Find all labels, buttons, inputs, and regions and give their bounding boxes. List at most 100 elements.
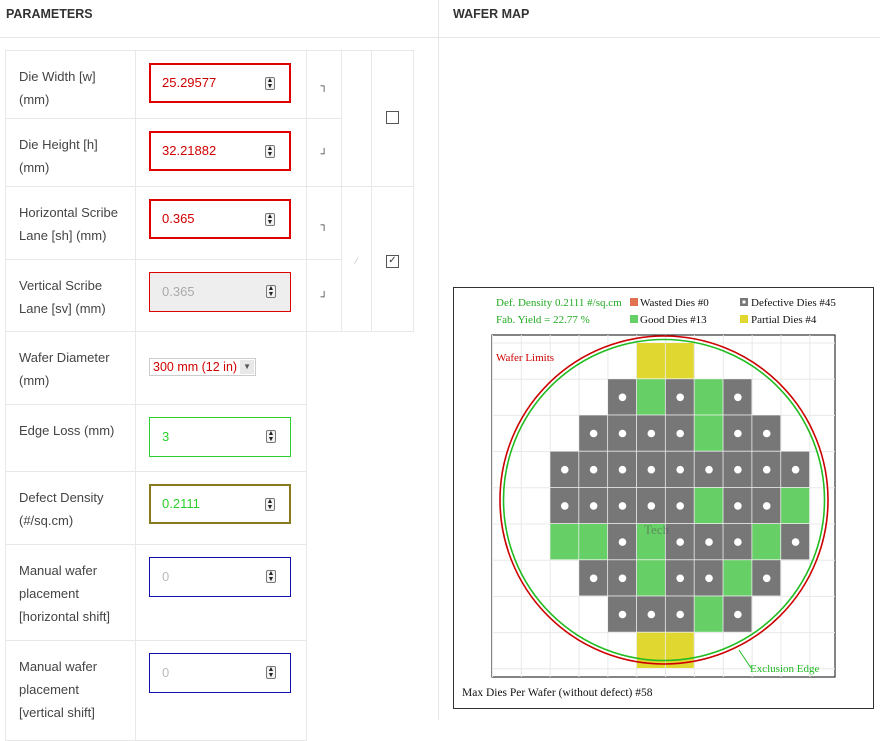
defect-dot [762,429,771,438]
manual-h-input[interactable]: 0 ▲ ▼ [149,557,291,597]
defective-dies-label: Defective Dies #45 [751,297,836,309]
defect-dot [589,502,598,510]
defect-dot [618,610,627,619]
bracket-bottom-icon: ┘ [320,149,328,160]
wasted-dies-swatch [630,298,638,306]
h-scribe-spinner[interactable]: ▲ ▼ [265,213,275,226]
def-density-text: Def. Density 0.2111 #/sq.cm [496,297,622,309]
manual-h-placeholder: 0 [162,569,170,584]
edge-loss-value: 3 [162,429,170,444]
defect-density-value: 0.2111 [162,496,200,511]
defect-dot [618,538,627,546]
wafer-limits-label: Wafer Limits [496,352,554,364]
manual-h-spinner[interactable]: ▲ ▼ [266,570,276,583]
partial-die [665,343,694,379]
defect-dot [762,502,771,510]
defect-dot [647,610,656,619]
exclusion-edge-label: Exclusion Edge [750,663,819,675]
defect-density-spinner[interactable]: ▲ ▼ [265,498,275,511]
defect-dot [589,465,598,474]
link-icon: ⁄ [355,255,358,266]
partial-dies-label: Partial Dies #4 [751,314,817,326]
defect-density-input[interactable]: 0.2111 ▲ ▼ [149,484,291,524]
defect-dot [589,574,598,583]
defect-dot [705,538,713,546]
partial-die [636,343,665,379]
manual-v-label: Manual wafer placement [vertical shift] [5,640,136,741]
good-die [694,415,723,451]
scribe-lock-checkbox[interactable]: ✓ [386,254,399,268]
edge-loss-spinner[interactable]: ▲ ▼ [266,430,276,443]
defect-dot [676,393,684,402]
die-width-input[interactable]: 25.29577 ▲ ▼ [149,63,291,103]
manual-v-input[interactable]: 0 ▲ ▼ [149,653,291,693]
edge-loss-label: Edge Loss (mm) [5,404,136,472]
chevron-down-icon: ▼ [240,360,255,374]
defect-dot [676,574,684,583]
defect-density-label: Defect Density (#/sq.cm) [5,471,136,545]
defect-dot [589,429,598,438]
watermark: Tech [644,522,670,537]
defect-dot [676,610,684,619]
good-die [694,487,723,524]
die-height-input[interactable]: 32.21882 ▲ ▼ [149,131,291,171]
good-dies-label: Good Dies #13 [640,314,707,326]
good-die [781,487,810,524]
v-scribe-input: 0.365 ▲ ▼ [149,272,291,312]
defect-dot [618,465,627,474]
v-scribe-spinner: ▲ ▼ [266,285,276,298]
defect-dot [618,502,627,510]
good-die [636,379,665,415]
die-height-label: Die Height [h] (mm) [5,118,136,187]
die-width-spinner[interactable]: ▲ ▼ [265,77,275,90]
good-die [752,524,781,560]
bracket-top-icon: ┐ [320,81,328,92]
map-footer: Max Dies Per Wafer (without defect) #58 [462,687,653,699]
size-link-cell [341,50,372,187]
wasted-dies-label: Wasted Dies #0 [640,297,709,309]
defect-dot [734,465,742,474]
defect-dot [734,502,742,510]
h-scribe-input[interactable]: 0.365 ▲ ▼ [149,199,291,239]
defect-dot [676,465,684,474]
column-divider [438,0,439,720]
parameters-header: PARAMETERS [0,0,438,38]
defect-dot [734,429,742,438]
wafer-diameter-label: Wafer Diameter (mm) [5,331,136,405]
die-width-value: 25.29577 [162,75,217,90]
good-die [550,524,579,560]
defect-dot [791,465,800,474]
defect-dot [647,502,656,510]
edge-loss-input[interactable]: 3 ▲ ▼ [149,417,291,457]
manual-v-spinner[interactable]: ▲ ▼ [266,666,276,679]
v-scribe-value: 0.365 [162,284,195,299]
h-scribe-value: 0.365 [162,211,195,226]
defect-dot [762,465,771,474]
defect-dot [705,574,713,583]
manual-h-label: Manual wafer placement [horizontal shift… [5,544,136,641]
good-die [579,524,608,560]
defect-dot [705,465,713,474]
defect-dot [618,393,627,402]
defect-dot [734,610,742,619]
good-die [694,379,723,415]
die-height-value: 32.21882 [162,143,217,158]
defect-dot [618,574,627,583]
wafer-diameter-select[interactable]: 300 mm (12 in) ▼ [149,358,257,376]
size-lock-checkbox[interactable] [386,110,399,124]
defect-dot [618,429,627,438]
fab-yield-text: Fab. Yield = 22.77 % [496,314,590,326]
die-height-spinner[interactable]: ▲ ▼ [265,145,275,158]
good-dies-swatch [630,315,638,323]
defect-dot [560,465,569,474]
defect-dot [676,429,684,438]
good-die [694,596,723,632]
h-scribe-label: Horizontal Scribe Lane [sh] (mm) [5,186,136,260]
defect-dot [762,574,771,583]
defect-dot [676,502,684,510]
wafer-map-panel: Tech Wafer Limits Exclusion Edge Def. De… [453,287,874,709]
defect-dot [676,538,684,546]
good-die [723,560,752,596]
bracket-bottom-icon: ┘ [320,292,328,303]
bracket-top-icon: ┐ [320,219,328,231]
